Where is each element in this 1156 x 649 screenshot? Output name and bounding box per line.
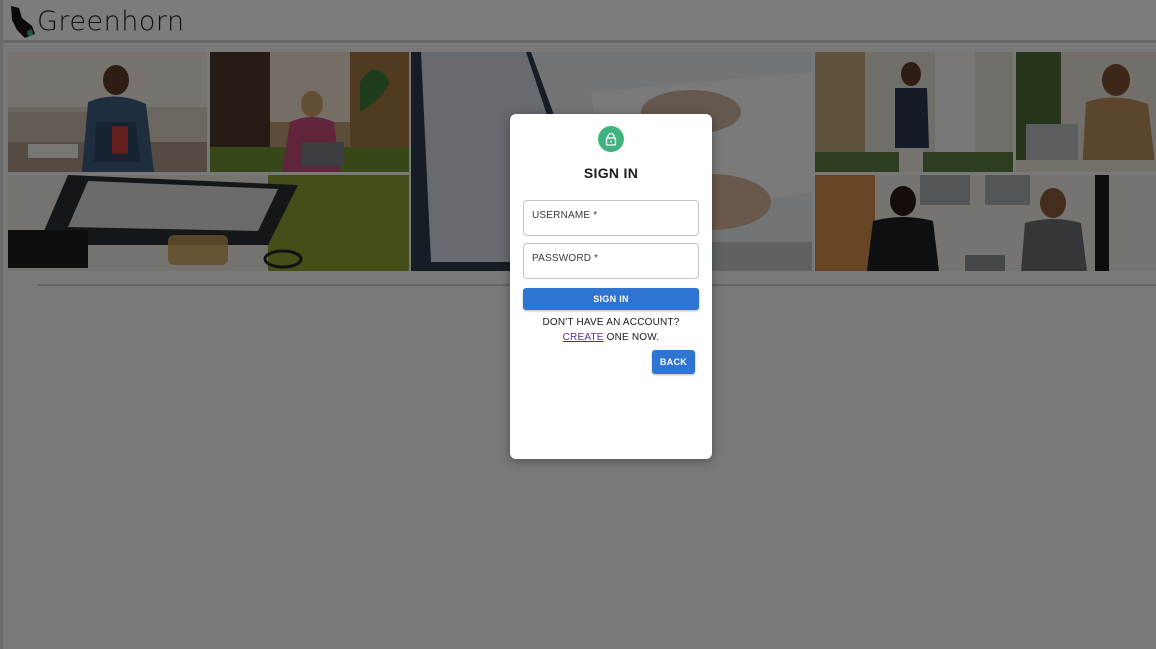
username-input[interactable]: [532, 221, 692, 233]
lock-avatar: [598, 126, 624, 152]
dialog-title: SIGN IN: [583, 165, 639, 181]
create-account-line: CREATE ONE NOW.: [510, 332, 712, 343]
username-field[interactable]: USERNAME *: [523, 200, 699, 236]
lock-icon: [605, 132, 617, 146]
page: Greenhorn: [0, 0, 1156, 649]
no-account-text: DON'T HAVE AN ACCOUNT?: [542, 317, 680, 328]
create-account-link[interactable]: CREATE: [563, 332, 604, 343]
password-field[interactable]: PASSWORD *: [523, 243, 699, 279]
sign-in-dialog: SIGN IN USERNAME * PASSWORD * SIGN IN DO…: [510, 114, 712, 459]
sign-in-button[interactable]: SIGN IN: [523, 288, 699, 310]
back-button[interactable]: BACK: [652, 350, 695, 374]
password-label: PASSWORD *: [532, 253, 599, 264]
create-account-suffix: ONE NOW.: [603, 332, 660, 343]
username-label: USERNAME *: [532, 210, 598, 221]
password-input[interactable]: [532, 264, 692, 276]
window-edge: [0, 0, 3, 649]
